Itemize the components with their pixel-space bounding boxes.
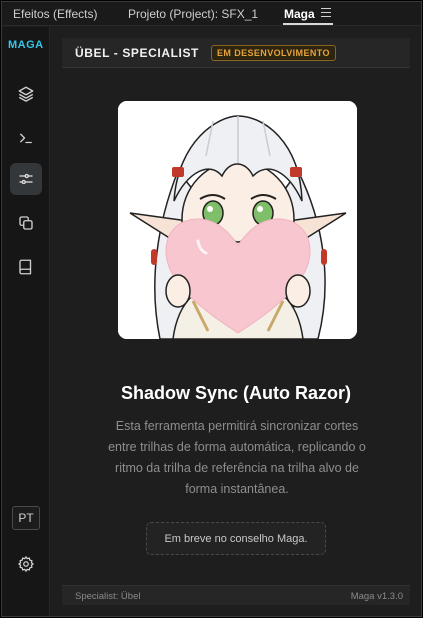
language-button[interactable]: PT xyxy=(12,506,40,530)
sidebar: MAGA PT xyxy=(2,27,50,616)
panel-frame: Efeitos (Effects) Projeto (Project): SFX… xyxy=(1,1,422,617)
coming-soon-button[interactable]: Em breve no conselho Maga. xyxy=(146,522,326,555)
brand-logo: MAGA xyxy=(8,39,44,51)
gear-icon xyxy=(18,556,34,572)
sliders-icon xyxy=(19,173,33,185)
footer-version: Maga v1.3.0 xyxy=(350,591,403,602)
specialist-illustration xyxy=(118,101,357,339)
sidebar-item-book[interactable] xyxy=(10,251,42,283)
hamburger-menu-icon[interactable] xyxy=(321,8,331,18)
book-icon xyxy=(19,259,32,275)
specialist-header: ÜBEL - SPECIALIST EM DESENVOLVIMENTO xyxy=(62,38,410,68)
tab-effects[interactable]: Efeitos (Effects) xyxy=(13,7,97,21)
tool-title: Shadow Sync (Auto Razor) xyxy=(120,383,351,403)
layers-icon xyxy=(18,86,34,102)
main-content: ÜBEL - SPECIALIST EM DESENVOLVIMENTO Sha… xyxy=(51,27,421,616)
copy-icon xyxy=(19,216,33,230)
tool-description: Esta ferramenta permitirá sincronizar co… xyxy=(108,419,366,496)
settings-button[interactable] xyxy=(10,548,42,580)
tab-project[interactable]: Projeto (Project): SFX_1 xyxy=(128,7,258,21)
sidebar-item-sliders[interactable] xyxy=(10,163,42,195)
status-badge: EM DESENVOLVIMENTO xyxy=(211,44,336,61)
sidebar-item-copy[interactable] xyxy=(10,207,42,239)
panel-tab-bar: Efeitos (Effects) Projeto (Project): SFX… xyxy=(2,2,421,26)
footer-specialist: Specialist: Übel xyxy=(75,591,141,602)
active-tab-indicator xyxy=(283,23,333,25)
terminal-icon xyxy=(20,133,32,144)
status-footer: Specialist: Übel Maga v1.3.0 xyxy=(62,585,410,605)
sidebar-item-layers[interactable] xyxy=(10,78,42,110)
specialist-title: ÜBEL - SPECIALIST xyxy=(75,45,199,60)
sidebar-item-terminal[interactable] xyxy=(10,122,42,154)
tab-maga[interactable]: Maga xyxy=(284,7,315,21)
